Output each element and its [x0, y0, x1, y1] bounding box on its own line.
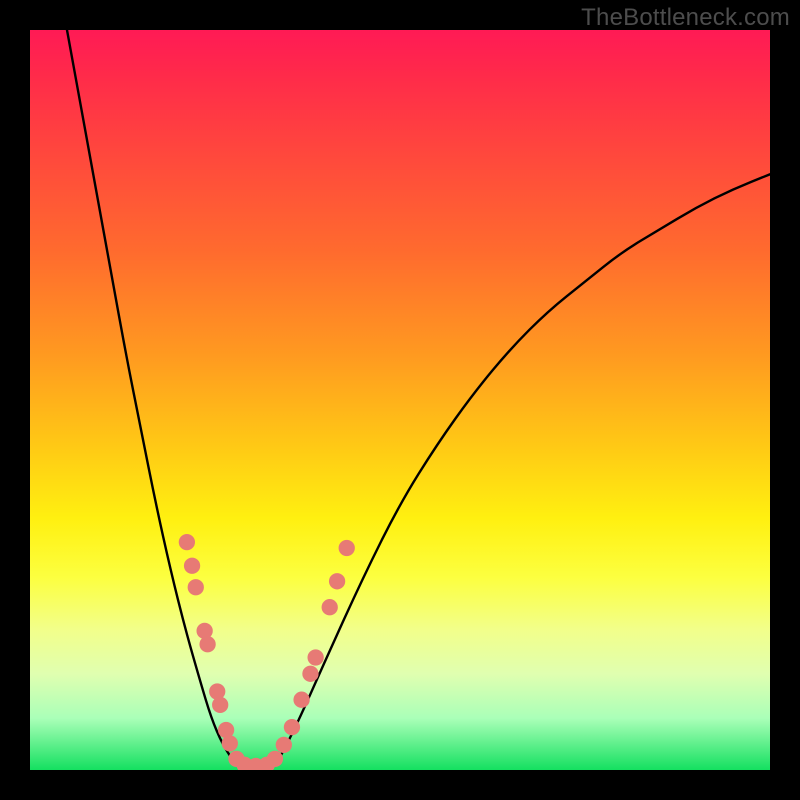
curve-marker: [267, 751, 283, 767]
curve-marker: [209, 683, 225, 699]
curve-marker: [248, 758, 264, 770]
curve-marker: [222, 735, 238, 751]
curve-marker: [236, 757, 252, 770]
chart-frame: TheBottleneck.com: [0, 0, 800, 800]
curve-marker: [302, 666, 318, 682]
curve-marker: [276, 737, 292, 753]
curve-marker: [188, 579, 204, 595]
curve-layer: [30, 30, 770, 770]
curve-marker: [212, 697, 228, 713]
curve-marker: [293, 692, 309, 708]
curve-markers: [179, 534, 355, 770]
curve-marker: [322, 599, 338, 615]
curve-marker: [184, 558, 200, 574]
bottleneck-curve: [67, 30, 770, 766]
curve-marker: [228, 751, 244, 767]
plot-area: [30, 30, 770, 770]
curve-marker: [308, 649, 324, 665]
curve-marker: [284, 719, 300, 735]
curve-marker: [218, 722, 234, 738]
curve-marker: [197, 623, 213, 639]
curve-marker: [259, 757, 275, 770]
curve-marker: [199, 636, 215, 652]
watermark-text: TheBottleneck.com: [581, 4, 790, 32]
curve-marker: [339, 540, 355, 556]
curve-marker: [179, 534, 195, 550]
curve-marker: [329, 573, 345, 589]
